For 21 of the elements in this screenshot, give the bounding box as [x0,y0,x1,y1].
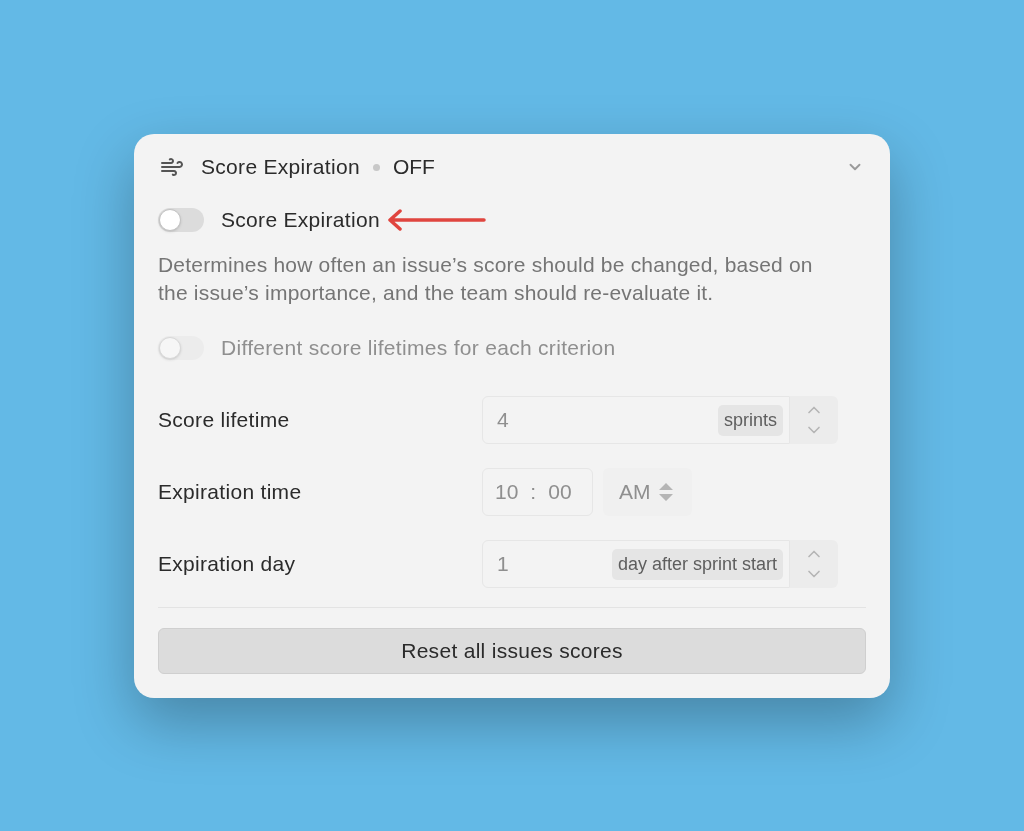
unit-tag: day after sprint start [611,548,783,580]
panel-title: Score Expiration [201,154,360,181]
setting-label: Expiration time [158,479,303,506]
toggle-label: Score Expiration [221,207,380,234]
toggle-switch[interactable] [158,208,204,232]
setting-label: Expiration day [158,551,297,578]
field-value: 1 [497,551,509,578]
time-separator: : [530,479,537,506]
setting-label: Score lifetime [158,407,291,434]
minute-value: 00 [548,479,572,506]
toggle-label: Different score lifetimes for each criterion [221,335,616,362]
stepper-control[interactable] [790,540,838,588]
unit-tag: sprints [718,404,783,436]
reset-scores-button[interactable]: Reset all issues scores [158,628,866,674]
wind-icon [160,155,184,179]
description-text: Determines how often an issue’s score should be changed, based on the issue’s importance, and the team should re-evaluate it. [158,252,814,306]
up-down-icon [658,483,673,501]
field-value: 4 [497,407,509,434]
stepper-control[interactable] [790,396,838,444]
hour-value: 10 [495,479,519,506]
panel-status: OFF [392,154,435,181]
